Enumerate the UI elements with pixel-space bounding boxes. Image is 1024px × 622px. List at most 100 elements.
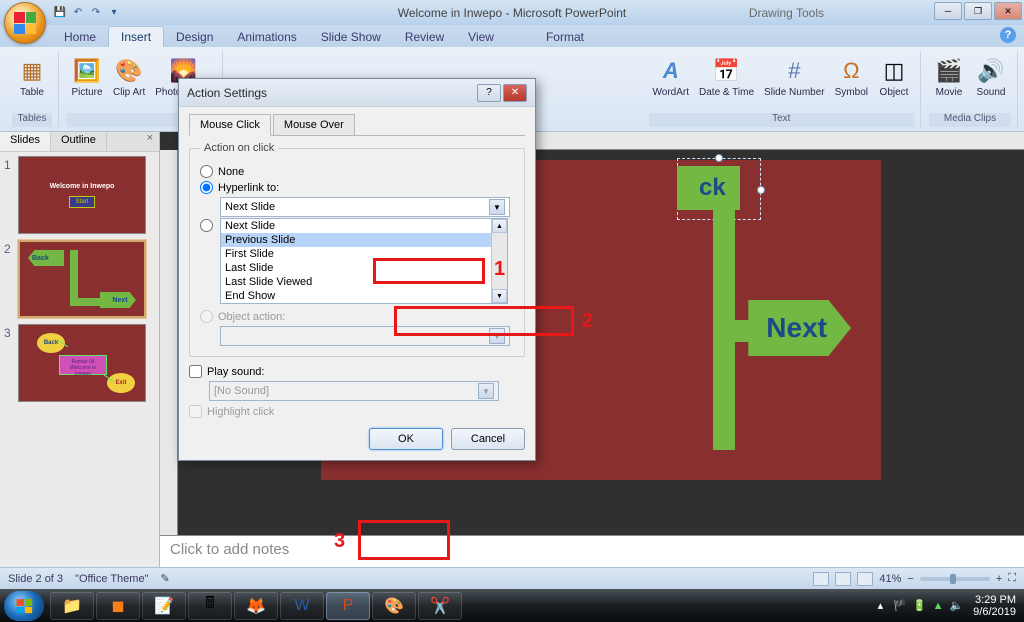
radio-run[interactable] (200, 219, 213, 232)
taskbar: 📁 ◼ 📝 🖩 🦊 W P 🎨 ✂️ ▴ 🏴 🔋 ▲ 🔈 3:29 PM9/6/… (0, 589, 1024, 622)
titlebar: 💾 ↶ ↷ ▾ Welcome in Inwepo - Microsoft Po… (0, 0, 1024, 25)
radio-object (200, 310, 213, 323)
list-item[interactable]: Last Slide (221, 261, 507, 275)
tab-format[interactable]: Format (534, 27, 596, 47)
task-calculator[interactable]: 🖩 (188, 592, 232, 620)
task-word[interactable]: W (280, 592, 324, 620)
list-item[interactable]: Previous Slide (221, 233, 507, 247)
dialog-help-button[interactable]: ? (477, 84, 501, 102)
tab-review[interactable]: Review (393, 27, 456, 47)
thumbnail-2[interactable]: 2 Back Next (4, 240, 155, 318)
quick-access-toolbar: 💾 ↶ ↷ ▾ (52, 4, 122, 20)
panel-tab-outline[interactable]: Outline (51, 132, 107, 151)
group-label: Text (649, 113, 914, 127)
slide-counter: Slide 2 of 3 (8, 573, 63, 585)
dialog-close-button[interactable]: ✕ (503, 84, 527, 102)
object-button[interactable]: ◫Object (874, 53, 914, 100)
help-icon[interactable]: ? (1000, 27, 1016, 43)
clipart-button[interactable]: 🎨Clip Art (109, 53, 149, 100)
start-button[interactable] (4, 591, 44, 621)
table-button[interactable]: ▦Table (12, 53, 52, 100)
list-item[interactable]: First Slide (221, 247, 507, 261)
tray-up-icon[interactable]: ▴ (878, 599, 884, 612)
movie-button[interactable]: 🎬Movie (929, 53, 969, 100)
hyperlink-listbox[interactable]: Next Slide Previous Slide First Slide La… (220, 218, 508, 304)
picture-button[interactable]: 🖼️Picture (67, 53, 107, 100)
spellcheck-icon[interactable]: ✎ (160, 572, 169, 585)
minimize-button[interactable]: ─ (934, 2, 962, 20)
battery-icon[interactable]: 🔋 (913, 599, 927, 612)
flag-icon[interactable]: 🏴 (893, 599, 907, 612)
tab-animations[interactable]: Animations (225, 27, 308, 47)
task-notepadpp[interactable]: 📝 (142, 592, 186, 620)
dialog-titlebar[interactable]: Action Settings ? ✕ (179, 79, 535, 107)
normal-view-icon[interactable] (813, 572, 829, 586)
undo-icon[interactable]: ↶ (70, 4, 86, 20)
zoom-in-icon[interactable]: + (996, 573, 1002, 585)
sound-button[interactable]: 🔊Sound (971, 53, 1011, 100)
panel-close-icon[interactable]: × (141, 132, 159, 151)
task-powerpoint[interactable]: P (326, 592, 370, 620)
next-shape[interactable]: Next (748, 300, 851, 356)
radio-hyperlink[interactable] (200, 181, 213, 194)
thumbnail-3[interactable]: 3 Back Rumah 04Welcome inInwepo Exit (4, 324, 155, 402)
checkbox-play-sound[interactable] (189, 365, 202, 378)
close-button[interactable]: ✕ (994, 2, 1022, 20)
slidenumber-button[interactable]: #Slide Number (760, 53, 829, 100)
ribbon-group-media: 🎬Movie 🔊Sound Media Clips (923, 51, 1018, 127)
symbol-button[interactable]: ΩSymbol (831, 53, 872, 100)
qat-dropdown-icon[interactable]: ▾ (106, 4, 122, 20)
dialog-tab-mouseover[interactable]: Mouse Over (273, 114, 355, 136)
wordart-button[interactable]: AWordArt (649, 53, 694, 100)
window-title: Welcome in Inwepo - Microsoft PowerPoint (398, 6, 627, 20)
option-none[interactable]: None (200, 165, 514, 178)
thumbnail-1[interactable]: 1 Welcome in Inwepo Start (4, 156, 155, 234)
notes-pane[interactable]: Click to add notes (160, 535, 1024, 567)
task-xampp[interactable]: ◼ (96, 592, 140, 620)
back-shape[interactable]: ck (677, 166, 740, 210)
network-icon[interactable]: ▲ (933, 600, 944, 612)
tab-design[interactable]: Design (164, 27, 225, 47)
slide1-title: Welcome in Inwepo (50, 183, 115, 190)
tab-slideshow[interactable]: Slide Show (309, 27, 393, 47)
task-snipping[interactable]: ✂️ (418, 592, 462, 620)
action-on-click-fieldset: Action on click None Hyperlink to: Next … (189, 142, 525, 357)
ok-button[interactable]: OK (369, 428, 443, 450)
dialog-tab-mouseclick[interactable]: Mouse Click (189, 114, 271, 136)
list-item[interactable]: Last Slide Viewed (221, 275, 507, 289)
dropdown-icon: ▼ (478, 383, 494, 399)
list-item[interactable]: End Show (221, 289, 507, 303)
task-firefox[interactable]: 🦊 (234, 592, 278, 620)
office-button[interactable] (4, 2, 46, 44)
center-box: Rumah 04Welcome inInwepo (59, 355, 107, 375)
radio-none[interactable] (200, 165, 213, 178)
fit-icon[interactable]: ⛶ (1008, 572, 1016, 585)
hyperlink-combo[interactable]: Next Slide▼ (220, 197, 510, 217)
action-settings-dialog: Action Settings ? ✕ Mouse Click Mouse Ov… (178, 78, 536, 461)
status-bar: Slide 2 of 3 "Office Theme" ✎ 41% − + ⛶ (0, 567, 1024, 589)
sorter-view-icon[interactable] (835, 572, 851, 586)
restore-button[interactable]: ❐ (964, 2, 992, 20)
panel-tab-slides[interactable]: Slides (0, 132, 51, 151)
tab-view[interactable]: View (456, 27, 506, 47)
cancel-button[interactable]: Cancel (451, 428, 525, 450)
list-item[interactable]: Next Slide (221, 219, 507, 233)
task-explorer[interactable]: 📁 (50, 592, 94, 620)
tray-clock[interactable]: 3:29 PM9/6/2019 (973, 594, 1016, 618)
task-paint[interactable]: 🎨 (372, 592, 416, 620)
dropdown-icon[interactable]: ▼ (489, 199, 505, 215)
datetime-button[interactable]: 📅Date & Time (695, 53, 758, 100)
redo-icon[interactable]: ↷ (88, 4, 104, 20)
save-icon[interactable]: 💾 (52, 4, 68, 20)
sound-icon[interactable]: 🔈 (949, 599, 963, 612)
tab-home[interactable]: Home (52, 27, 108, 47)
tab-insert[interactable]: Insert (108, 26, 164, 47)
option-hyperlink[interactable]: Hyperlink to: (200, 181, 514, 194)
zoom-slider[interactable] (920, 577, 990, 581)
play-sound-row[interactable]: Play sound: (189, 365, 525, 378)
slide-number: 2 (4, 240, 18, 318)
slide-number: 1 (4, 156, 18, 234)
ribbon-group-text: AWordArt 📅Date & Time #Slide Number ΩSym… (643, 51, 921, 127)
slideshow-view-icon[interactable] (857, 572, 873, 586)
zoom-out-icon[interactable]: − (907, 573, 913, 585)
